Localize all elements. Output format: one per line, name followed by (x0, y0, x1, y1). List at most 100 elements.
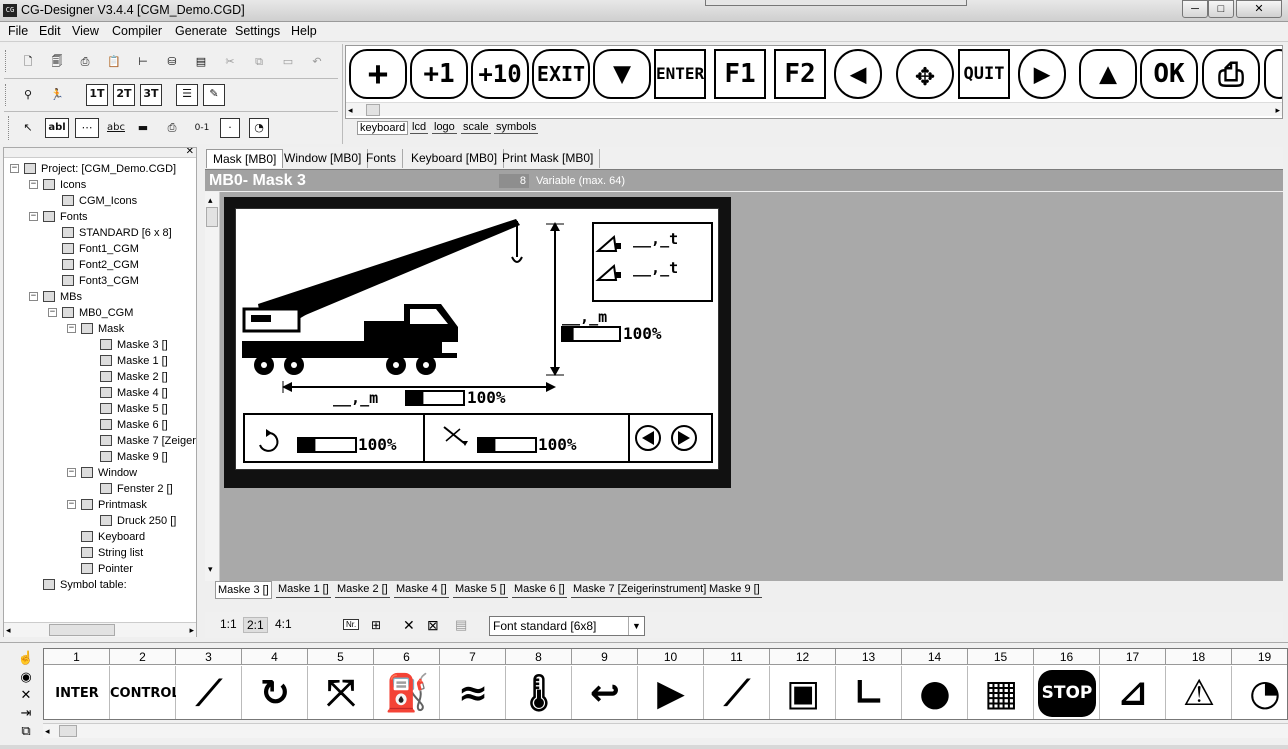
collapse-icon[interactable]: − (48, 308, 57, 317)
mask-tab-1[interactable]: Maske 1 [] (276, 581, 331, 598)
scroll-thumb[interactable] (49, 624, 115, 636)
tree-node[interactable]: Maske 9 [] (86, 449, 168, 465)
menu-generate[interactable]: Generate (175, 24, 227, 38)
tab-keyboard-mb[interactable]: Keyboard [MB0] (405, 149, 505, 168)
tab-window[interactable]: Window [MB0] (278, 149, 369, 168)
scroll-down-icon[interactable]: ▾ (208, 564, 213, 575)
document-icon[interactable]: ▤ (191, 52, 211, 72)
print-field-icon[interactable]: ⎙ (162, 118, 182, 138)
tree-node[interactable]: Fenster 2 [] (86, 481, 173, 497)
tree-node[interactable]: − Printmask (67, 497, 147, 513)
control-logo-symbol[interactable]: CONTROL CGC (110, 666, 176, 719)
lcd-screen[interactable]: __,_t __,_t __,_m 100% __,_m 100% 100% 1… (235, 208, 719, 470)
tree-node[interactable]: − MB0_CGM (48, 305, 133, 321)
list-icon[interactable]: ☰ (176, 84, 198, 106)
tree-node[interactable]: Maske 4 [] (86, 385, 168, 401)
print-icon[interactable]: ⎙ (75, 52, 95, 72)
number-icon[interactable]: Nr. (343, 619, 360, 630)
find-icon[interactable]: ⚲ (18, 85, 38, 105)
symbol-scrollbar[interactable]: ◂ (43, 723, 1288, 738)
tab-logo[interactable]: logo (432, 121, 457, 134)
zoom-2-1[interactable]: 2:1 (243, 617, 268, 633)
toggle-icon[interactable]: 0-1 (190, 118, 214, 138)
tab-symbols[interactable]: symbols (494, 121, 539, 134)
font-select[interactable]: Font standard [6x8] ▼ (489, 616, 645, 636)
menu-compiler[interactable]: Compiler (112, 24, 162, 38)
checker-symbol[interactable]: ▦ (968, 666, 1034, 719)
font2-icon[interactable]: 2T (113, 84, 135, 106)
tree-node[interactable]: Maske 5 [] (86, 401, 168, 417)
tab-fonts[interactable]: Fonts (360, 149, 404, 168)
menu-help[interactable]: Help (291, 24, 317, 38)
forklift-symbol[interactable]: ⊿ (1100, 666, 1166, 719)
tree-icon[interactable]: ⊢ (133, 52, 153, 72)
collapse-icon[interactable]: − (29, 292, 38, 301)
tree-node[interactable]: − Fonts (29, 209, 88, 225)
center-icon[interactable]: · (220, 118, 240, 138)
mask-tab-7[interactable]: Maske 7 [Zeigerinstrument] (571, 581, 709, 598)
menu-file[interactable]: File (8, 24, 28, 38)
gauge-icon[interactable]: ◔ (249, 118, 269, 138)
tab-print-mask[interactable]: Print Mask [MB0] (496, 149, 601, 168)
bar-icon[interactable]: ▬ (133, 118, 153, 138)
delete-icon[interactable]: ✕ (403, 617, 415, 634)
fuel-symbol[interactable]: ⛽ (374, 666, 440, 719)
line-icon[interactable]: ⋯ (75, 118, 99, 138)
menu-edit[interactable]: Edit (39, 24, 61, 38)
zoom-4-1[interactable]: 4:1 (272, 617, 295, 631)
tree-node[interactable]: Keyboard (67, 529, 145, 545)
warning-symbol[interactable]: ⚠ (1166, 666, 1232, 719)
tab-lcd[interactable]: lcd (410, 121, 429, 134)
oil-symbol[interactable]: ≈ (440, 666, 506, 719)
tree-node[interactable]: Font2_CGM (48, 257, 139, 273)
scroll-thumb[interactable] (59, 725, 77, 737)
toolbar-grip[interactable] (8, 116, 11, 140)
tree-node[interactable]: CGM_Icons (48, 193, 137, 209)
collapse-icon[interactable]: − (67, 500, 76, 509)
hand-icon[interactable]: ☝ (14, 649, 38, 667)
tree-node[interactable]: String list (67, 545, 143, 561)
tree-node[interactable]: Druck 250 [] (86, 513, 176, 529)
delete-all-icon[interactable]: ⊠ (427, 617, 439, 634)
key-f2[interactable]: F2 (774, 49, 826, 99)
close-icon[interactable]: ✕ (14, 686, 38, 704)
tab-keyboard[interactable]: keyboard (357, 121, 409, 135)
tree-node[interactable]: Font3_CGM (48, 273, 139, 289)
menu-view[interactable]: View (72, 24, 99, 38)
load-value-1[interactable]: __,_t (633, 230, 678, 248)
circle-symbol[interactable]: ● (902, 666, 968, 719)
cut-icon[interactable]: ✂ (220, 52, 240, 72)
key-exit[interactable]: EXIT (532, 49, 590, 99)
corner-symbol[interactable]: ∟ (836, 666, 902, 719)
mask-tab-9[interactable]: Maske 9 [] (707, 581, 762, 598)
crane-spring-symbol[interactable]: ⟋ (176, 666, 242, 719)
font3-icon[interactable]: 3T (140, 84, 162, 106)
copy-icon[interactable]: ⧉ (249, 52, 269, 72)
inter-logo-symbol[interactable]: INTER (44, 666, 110, 719)
mask-tab-5[interactable]: Maske 5 [] (453, 581, 508, 598)
scroll-thumb[interactable] (206, 207, 218, 227)
network-icon[interactable]: ⛁ (162, 52, 182, 72)
font1-icon[interactable]: 1T (86, 84, 108, 106)
minimize-button[interactable]: ─ (1182, 0, 1208, 18)
spellcheck-icon[interactable]: abc (104, 118, 128, 138)
tree-node[interactable]: − Mask (67, 321, 124, 337)
key-ok[interactable]: OK (1140, 49, 1198, 99)
pointer-icon[interactable]: ↖ (18, 118, 38, 138)
tab-mask[interactable]: Mask [MB0] (206, 149, 284, 168)
edit-icon[interactable]: ✎ (203, 84, 225, 106)
mask-tab-6[interactable]: Maske 6 [] (512, 581, 567, 598)
key-partial[interactable] (1264, 49, 1282, 99)
tree-node[interactable]: Pointer (67, 561, 133, 577)
collapse-icon[interactable]: − (29, 180, 38, 189)
key-quit[interactable]: QUIT (958, 49, 1010, 99)
close-icon[interactable]: ✕ (186, 148, 194, 157)
tree-node[interactable]: − MBs (29, 289, 82, 305)
eye-icon[interactable]: ◉ (14, 668, 38, 686)
play-symbol[interactable]: ▶ (638, 666, 704, 719)
close-button[interactable]: ✕ (1236, 0, 1282, 18)
tree-node[interactable]: Symbol table: (29, 577, 127, 593)
chevron-down-icon[interactable]: ▼ (628, 617, 644, 635)
toolbar-grip[interactable] (5, 50, 8, 72)
gauge-symbol[interactable]: ◔ (1232, 666, 1287, 719)
